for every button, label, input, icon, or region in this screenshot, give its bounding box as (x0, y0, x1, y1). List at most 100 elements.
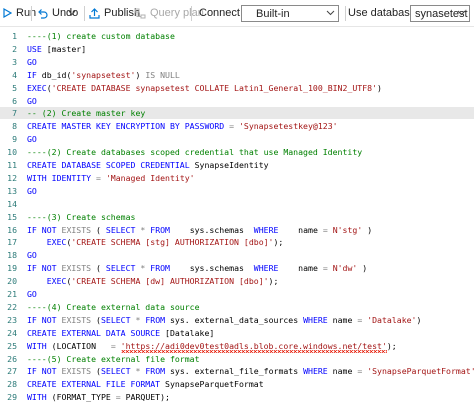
code-token: ) (377, 82, 382, 93)
code-line[interactable]: 1 ----(1) create custom database (0, 30, 474, 42)
code-line[interactable]: 18 GO (0, 249, 474, 261)
code-token: [master] (46, 43, 87, 54)
sql-editor[interactable]: 1 ----(1) create custom database 2 USE [mas… (0, 27, 474, 408)
use-database-label: Use database (348, 0, 416, 26)
code-token: FROM (145, 314, 170, 325)
code-token: GO (27, 185, 37, 196)
query-toolbar: Run Undo Publish Query plan Connect to B… (0, 0, 474, 27)
code-text: ----(1) create custom database (27, 30, 175, 42)
connect-to-select[interactable]: Built-in (241, 5, 339, 22)
code-token: sys.schemas (189, 263, 254, 274)
code-line[interactable]: 25 WITH (LOCATION = 'https://adi0dev0test… (0, 340, 474, 353)
code-line[interactable]: 12 WITH IDENTITY = 'Managed Identity' (0, 172, 474, 184)
line-number: 13 (7, 185, 17, 196)
code-line[interactable]: 22 ----(4) Create external data source (0, 301, 474, 313)
code-token: sys. external_data_sources (170, 314, 304, 325)
code-line[interactable]: 23 IF NOT EXISTS (SELECT * FROM sys. exte… (0, 314, 474, 326)
line-number: 12 (7, 172, 17, 183)
code-line[interactable]: 21 GO (0, 288, 474, 300)
code-line[interactable]: 11 CREATE DATABASE SCOPED CREDENTIAL Syna… (0, 159, 474, 171)
code-token: (LOCATION (51, 340, 111, 351)
code-line[interactable]: 5 EXEC('CREATE DATABASE synapsetest COLLA… (0, 82, 474, 94)
code-token: FROM (145, 366, 170, 377)
code-token: (FORMAT_TYPE (51, 392, 116, 403)
code-token: ( (96, 224, 106, 235)
code-line[interactable]: 7 -- (2) Create master key (0, 107, 474, 120)
chevron-down-icon (326, 10, 335, 16)
code-line[interactable]: 28 CREATE EXTERNAL FILE FORMAT SynapsePar… (0, 378, 474, 390)
code-line[interactable]: 10 ----(2) Create databases scoped creden… (0, 146, 474, 158)
line-number: 23 (7, 314, 17, 325)
code-line[interactable]: 2 USE [master] (0, 43, 474, 55)
code-token: ----(2) Create databases scoped credenti… (27, 147, 363, 158)
toolbar-divider (191, 6, 192, 21)
chevron-down-icon (68, 10, 76, 16)
code-token: ( (96, 263, 106, 274)
code-token: = (322, 263, 333, 274)
code-token: IF NOT (27, 314, 62, 325)
code-token: EXISTS (61, 366, 97, 377)
code-line[interactable]: 4 IF db_id('synapsetest') IS NULL (0, 69, 474, 81)
code-text: CREATE EXTERNAL FILE FORMAT SynapseParqu… (27, 378, 264, 390)
code-token: CREATE EXTERNAL FILE FORMAT (27, 379, 166, 390)
line-number: 9 (12, 134, 17, 145)
undo-dropdown[interactable] (68, 0, 80, 26)
line-number: 24 (7, 327, 17, 338)
line-number: 14 (7, 198, 17, 209)
line-number: 27 (7, 366, 17, 377)
code-line[interactable]: 20 EXEC('CREATE SCHEMA [dw] AUTHORIZATIO… (0, 275, 474, 287)
code-text: IF NOT EXISTS ( SELECT * FROM sys.schema… (27, 224, 372, 236)
code-token: SynapseParquetFormat (165, 379, 264, 390)
code-line[interactable]: 29 WITH (FORMAT_TYPE = PARQUET); (0, 391, 474, 403)
toolbar-divider (84, 6, 85, 21)
code-token: FROM (150, 224, 190, 235)
code-token: ----(5) Create external file format (27, 353, 200, 364)
code-token: * (140, 224, 151, 235)
code-line[interactable]: 14 (0, 198, 474, 210)
code-line[interactable]: 27 IF NOT EXISTS (SELECT * FROM sys. exte… (0, 365, 474, 377)
code-token: GO (27, 289, 37, 299)
code-token: 'Datalake' (367, 314, 417, 325)
code-token: GO (27, 56, 37, 67)
play-icon (3, 8, 12, 18)
line-number: 3 (12, 56, 17, 67)
code-line[interactable]: 15 ----(3) Create schemas (0, 211, 474, 223)
code-text: CREATE EXTERNAL DATA SOURCE [Datalake] (27, 327, 214, 339)
use-database-select[interactable]: synasetest (410, 5, 470, 22)
code-line[interactable]: 3 GO (0, 56, 474, 68)
code-token: = (110, 340, 121, 351)
query-plan-button[interactable]: Query plan (134, 0, 204, 26)
code-token: WHERE (303, 314, 333, 325)
code-token: EXEC (27, 82, 47, 93)
code-line[interactable]: 8 CREATE MASTER KEY ENCRYPTION BY PASSWOR… (0, 120, 474, 132)
code-text: GO (27, 249, 37, 261)
code-line[interactable]: 6 GO (0, 95, 474, 107)
code-line[interactable]: 24 CREATE EXTERNAL DATA SOURCE [Datalake] (0, 327, 474, 339)
code-text: CREATE MASTER KEY ENCRYPTION BY PASSWORD… (27, 120, 338, 132)
code-text: GO (27, 56, 37, 68)
code-text: GO (27, 288, 37, 300)
line-number: 4 (12, 69, 17, 80)
code-token: GO (27, 95, 37, 106)
toolbar-divider (345, 6, 346, 21)
line-number: 15 (7, 211, 17, 222)
code-line[interactable]: 9 GO (0, 133, 474, 145)
code-text: ----(5) Create external file format (27, 353, 200, 365)
code-line[interactable]: 17 EXEC('CREATE SCHEMA [stg] AUTHORIZATI… (0, 236, 474, 248)
code-text: EXEC('CREATE SCHEMA [dw] AUTHORIZATION [… (27, 275, 279, 287)
code-line[interactable]: 16 IF NOT EXISTS ( SELECT * FROM sys.sche… (0, 224, 474, 236)
code-token: IF NOT (27, 263, 62, 274)
code-line[interactable]: 26 ----(5) Create external file format (0, 353, 474, 365)
code-token: ----(3) Create schemas (27, 211, 136, 222)
code-token: 'Synapsetestkey@123' (238, 121, 338, 132)
code-line[interactable]: 13 GO (0, 185, 474, 197)
publish-button[interactable]: Publish (89, 0, 140, 26)
code-token: GO (27, 250, 37, 261)
run-label: Run (16, 7, 37, 19)
code-token: WHERE (303, 366, 333, 377)
code-line[interactable]: 19 IF NOT EXISTS ( SELECT * FROM sys.sche… (0, 262, 474, 274)
code-token: * (140, 263, 151, 274)
code-token: EXEC (46, 237, 67, 248)
code-token: IF NOT (27, 224, 62, 235)
